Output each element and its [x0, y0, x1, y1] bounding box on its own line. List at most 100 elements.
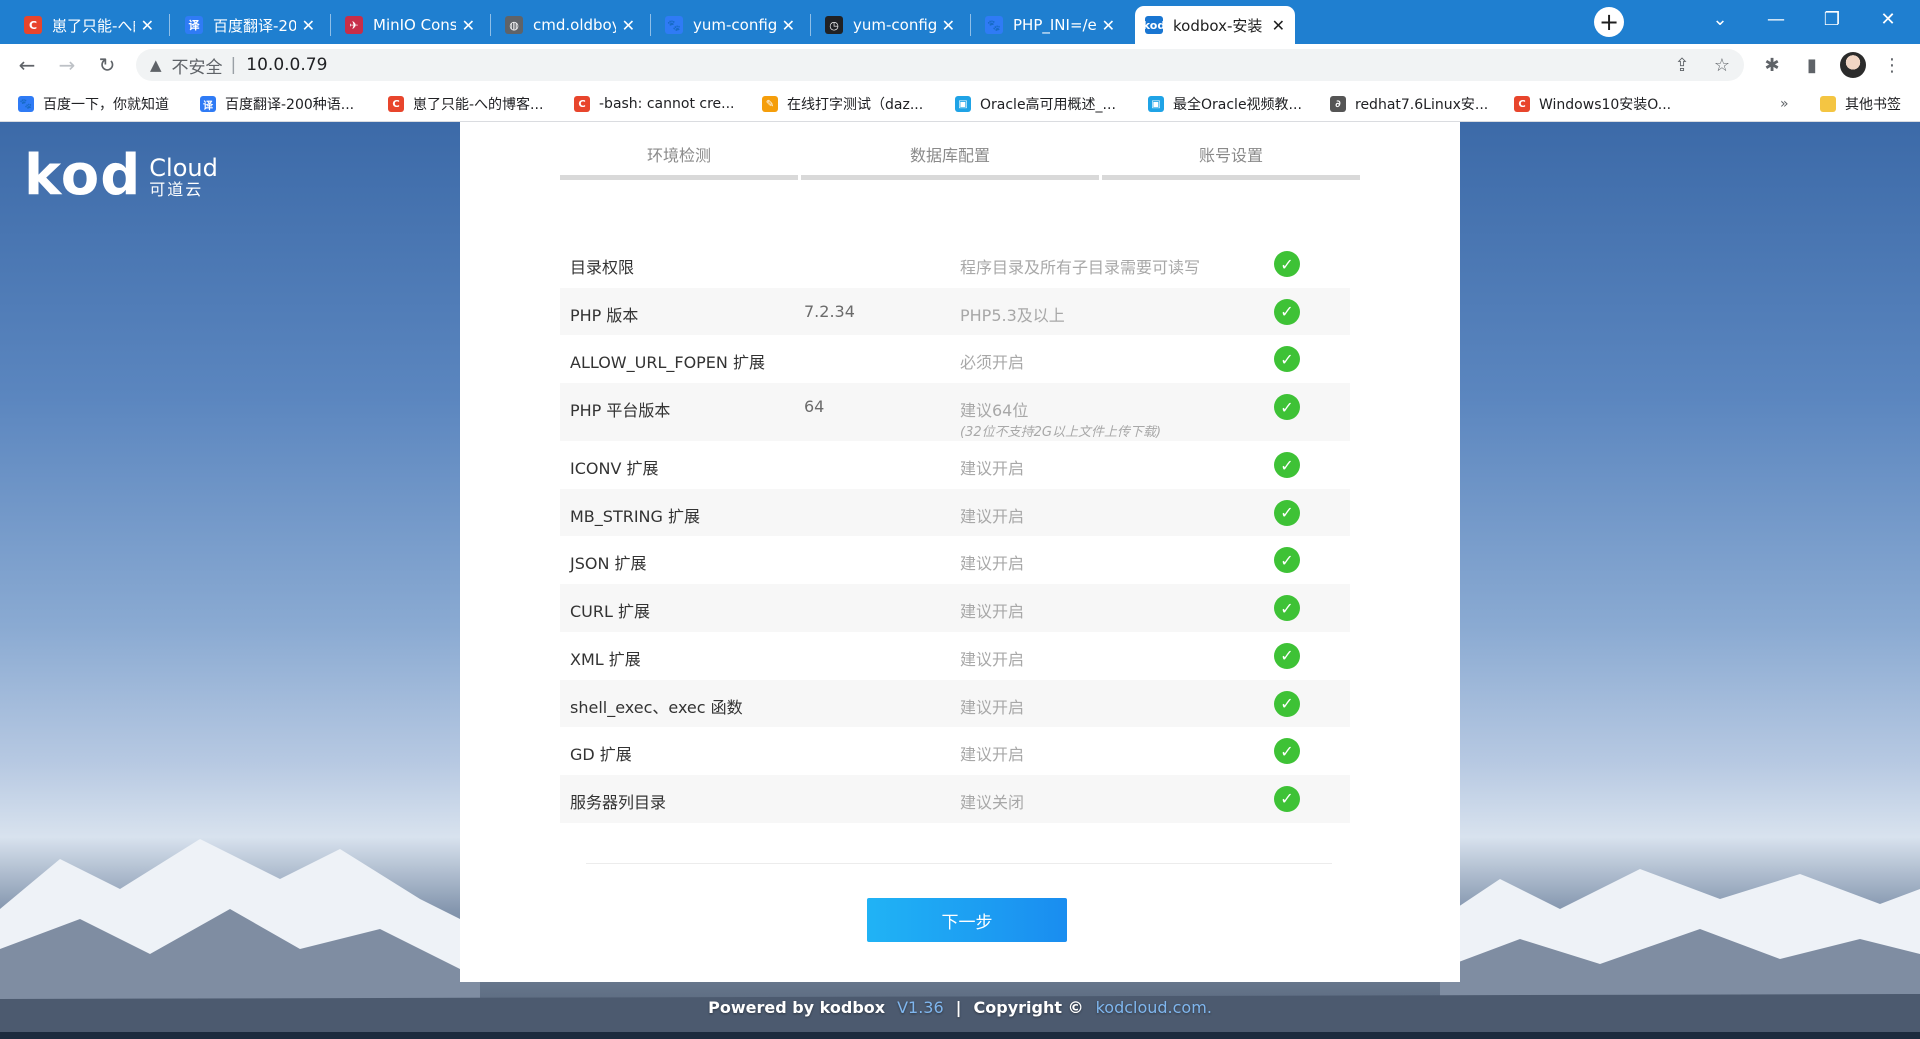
tab-close-icon[interactable]: ✕ [622, 16, 635, 35]
bookmark-item[interactable]: ✎ 在线打字测试（daz... [762, 92, 923, 116]
check-requirement: 建议开启 [960, 459, 1025, 479]
back-arrow-icon[interactable]: ← [14, 52, 40, 78]
bookmark-label: 崽了只能-へ的博客... [413, 97, 544, 113]
tab-favicon-icon: 译 [185, 16, 203, 34]
bookmark-item[interactable]: ▣ 最全Oracle视频教... [1148, 92, 1302, 116]
step-environment-check[interactable]: 环境检测 [560, 142, 798, 180]
check-requirement: 建议开启 [960, 602, 1025, 622]
step-label: 账号设置 [1198, 146, 1263, 165]
bookmark-item[interactable]: C Windows10安装O... [1514, 92, 1671, 116]
minimize-button[interactable]: — [1748, 0, 1804, 38]
url-text[interactable]: 10.0.0.79 [246, 55, 327, 75]
step-database-config[interactable]: 数据库配置 [801, 142, 1099, 180]
check-requirement: 必须开启 [960, 353, 1025, 373]
tab-favicon-icon: kod [1143, 16, 1165, 34]
tab-title: yum-config-manager [693, 16, 776, 34]
browser-tab[interactable]: ◷ yum-config-manager ✕ [815, 6, 965, 44]
tab-favicon-icon: C [24, 16, 42, 34]
check-passed-icon: ✓ [1274, 785, 1300, 812]
bookmark-item[interactable]: ∂ redhat7.6Linux安... [1330, 92, 1488, 116]
tab-close-icon[interactable]: ✕ [302, 16, 315, 35]
next-step-button[interactable]: 下一步 [867, 898, 1067, 942]
tab-favicon-icon: ◷ [825, 16, 843, 34]
close-window-button[interactable]: ✕ [1860, 0, 1916, 38]
tab-close-icon[interactable]: ✕ [782, 16, 795, 35]
share-icon[interactable]: ⇪ [1670, 53, 1694, 77]
bookmark-item[interactable]: 🐾 百度一下，你就知道 [18, 92, 169, 116]
bookmark-label: redhat7.6Linux安... [1355, 97, 1489, 113]
bookmark-star-icon[interactable]: ☆ [1710, 53, 1734, 77]
check-requirement: 建议开启 [960, 745, 1025, 765]
check-requirement: 建议开启 [960, 649, 1025, 669]
tab-title: 百度翻译-200种语言 [213, 16, 296, 35]
tab-favicon-icon: ◍ [505, 16, 523, 34]
kodbox-install-page: kod Cloud 可道云 环境检测 数据库配置 账号设置 目录权限 程序目录及所… [0, 122, 1920, 1039]
bookmarks-overflow-icon[interactable]: » [1780, 92, 1789, 116]
browser-tab[interactable]: C 崽了只能-へ的博客 ✕ [14, 6, 164, 44]
not-secure-warning-icon[interactable]: ▲ [150, 56, 162, 74]
check-row: PHP 平台版本 64 建议64位 (32位不支持2G以上文件上传下载) ✓ [560, 383, 1350, 442]
check-passed-icon: ✓ [1274, 547, 1300, 574]
check-passed-icon: ✓ [1274, 642, 1300, 669]
check-passed-icon: ✓ [1274, 499, 1300, 526]
tab-title: kodbox-安装 [1173, 16, 1263, 35]
check-requirement: 建议开启 [960, 554, 1025, 574]
address-bar[interactable]: ▲ 不安全 | 10.0.0.79 [136, 49, 1744, 81]
bookmark-favicon-icon: ▣ [955, 96, 971, 112]
bookmark-favicon-icon: C [574, 96, 590, 112]
tab-close-icon[interactable]: ✕ [1102, 16, 1115, 35]
check-requirement: PHP5.3及以上 [960, 305, 1065, 325]
check-name: shell_exec、exec 函数 [570, 697, 743, 717]
browser-tab[interactable]: 🐾 yum-config-manager ✕ [655, 6, 805, 44]
bookmark-favicon-icon: ▣ [1148, 96, 1164, 112]
kodcloud-link[interactable]: kodcloud.com [1096, 998, 1207, 1017]
browser-tab[interactable]: kod kodbox-安装 ✕ [1135, 6, 1295, 44]
check-name: GD 扩展 [570, 745, 632, 765]
menu-kebab-icon[interactable]: ⋮ [1880, 53, 1904, 77]
browser-tab[interactable]: 译百度翻译-200种语言 ✕ [175, 6, 325, 44]
tab-separator [330, 14, 331, 36]
browser-tab[interactable]: ✈ MinIO Console ✕ [335, 6, 485, 44]
bookmark-item[interactable]: ▣ Oracle高可用概述_... [955, 92, 1116, 116]
forward-arrow-icon[interactable]: → [54, 52, 80, 78]
step-account-settings[interactable]: 账号设置 [1102, 142, 1360, 180]
tab-favicon-icon: 🐾 [665, 16, 683, 34]
address-separator: | [230, 55, 237, 75]
browser-tab[interactable]: ◍ cmd.oldboyedu ✕ [495, 6, 645, 44]
bookmark-item[interactable]: C -bash: cannot cre... [574, 92, 735, 116]
profile-avatar[interactable] [1840, 52, 1866, 78]
browser-tab[interactable]: 🐾 PHP_INI=/etc/php ✕ [975, 6, 1125, 44]
extensions-puzzle-icon[interactable]: ✱ [1760, 53, 1784, 77]
other-bookmarks-folder[interactable]: 其他书签 [1820, 92, 1901, 116]
tab-close-icon[interactable]: ✕ [942, 16, 955, 35]
restore-button[interactable]: ❐ [1804, 0, 1860, 38]
step-label: 环境检测 [646, 146, 711, 165]
folder-icon [1820, 96, 1836, 112]
bookmark-label: -bash: cannot cre... [599, 96, 735, 112]
bookmark-item[interactable]: C 崽了只能-へ的博客... [388, 92, 543, 116]
check-passed-icon: ✓ [1274, 251, 1300, 277]
bookmark-favicon-icon: 译 [200, 96, 216, 112]
tab-title: PHP_INI=/etc/php [1013, 16, 1096, 34]
bookmark-favicon-icon: C [1514, 96, 1530, 112]
check-row: shell_exec、exec 函数 建议开启 ✓ [560, 679, 1350, 728]
new-tab-button[interactable]: + [1594, 7, 1624, 37]
tab-search-dropdown-icon[interactable]: ⌄ [1692, 0, 1748, 38]
reload-icon[interactable]: ↻ [94, 52, 120, 78]
tab-close-icon[interactable]: ✕ [141, 16, 154, 35]
bookmark-label: 最全Oracle视频教... [1173, 97, 1302, 113]
bookmark-label: Windows10安装O... [1539, 97, 1672, 113]
bookmark-label: Oracle高可用概述_... [980, 97, 1116, 113]
environment-checklist: 目录权限 程序目录及所有子目录需要可读写 ✓ PHP 版本 7.2.34 PHP5.3及以… [560, 240, 1350, 823]
tab-close-icon[interactable]: ✕ [462, 16, 475, 35]
browser-toolbar: ← → ↻ ▲ 不安全 | 10.0.0.79 ⇪ ☆ ✱ ▮ ⋮ [0, 44, 1920, 86]
step-label: 数据库配置 [909, 146, 990, 165]
check-row: CURL 扩展 建议开启 ✓ [560, 584, 1350, 632]
tab-separator [169, 14, 170, 36]
check-value: 7.2.34 [804, 301, 855, 321]
security-label[interactable]: 不安全 [172, 53, 223, 78]
bookmark-item[interactable]: 译百度翻译-200种语... [200, 92, 354, 116]
tab-close-icon[interactable]: ✕ [1272, 16, 1285, 35]
side-panel-icon[interactable]: ▮ [1800, 53, 1824, 77]
step-progress-bar [1102, 175, 1360, 180]
